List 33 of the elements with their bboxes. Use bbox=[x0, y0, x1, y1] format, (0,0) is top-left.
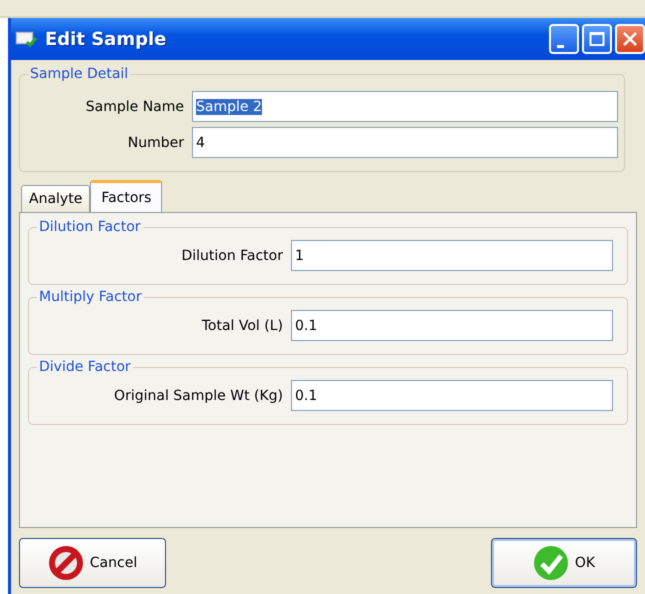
minimize-button[interactable] bbox=[549, 24, 579, 54]
prohibited-icon bbox=[48, 545, 84, 581]
text-field[interactable]: 0.1 bbox=[291, 380, 613, 411]
group-title: Multiply Factor bbox=[38, 289, 143, 305]
minimize-icon bbox=[556, 44, 564, 48]
window-title: Edit Sample bbox=[45, 28, 166, 50]
tab[interactable]: Factors bbox=[90, 180, 162, 212]
cancel-button[interactable]: Cancel bbox=[19, 538, 166, 588]
check-icon bbox=[532, 545, 569, 581]
field-value: 4 bbox=[196, 134, 205, 150]
field-value: 0.1 bbox=[295, 388, 318, 404]
text-field[interactable]: 0.1 bbox=[291, 310, 613, 341]
group-title: Sample Detail bbox=[29, 66, 130, 82]
ok-button[interactable]: OK bbox=[491, 538, 637, 588]
app-icon bbox=[15, 30, 37, 48]
maximize-button[interactable] bbox=[582, 24, 612, 54]
group-title: Divide Factor bbox=[38, 359, 132, 375]
tab[interactable]: Analyte bbox=[21, 185, 90, 212]
field-value: 0.1 bbox=[295, 318, 318, 334]
field-label: Number bbox=[128, 134, 184, 150]
field-label: Total Vol (L) bbox=[202, 318, 283, 334]
field-label: Dilution Factor bbox=[181, 248, 283, 264]
text-field[interactable]: 4 bbox=[192, 127, 618, 158]
close-button[interactable] bbox=[615, 24, 645, 54]
field-label: Sample Name bbox=[86, 98, 184, 114]
text-field[interactable]: 1 bbox=[291, 240, 613, 271]
group-title: Dilution Factor bbox=[38, 219, 142, 235]
close-icon bbox=[622, 31, 638, 47]
text-field[interactable]: Sample 2 bbox=[192, 91, 618, 122]
field-label: Original Sample Wt (Kg) bbox=[114, 388, 283, 404]
field-value: 1 bbox=[295, 248, 304, 264]
field-value: Sample 2 bbox=[196, 98, 262, 114]
maximize-icon bbox=[589, 31, 605, 47]
